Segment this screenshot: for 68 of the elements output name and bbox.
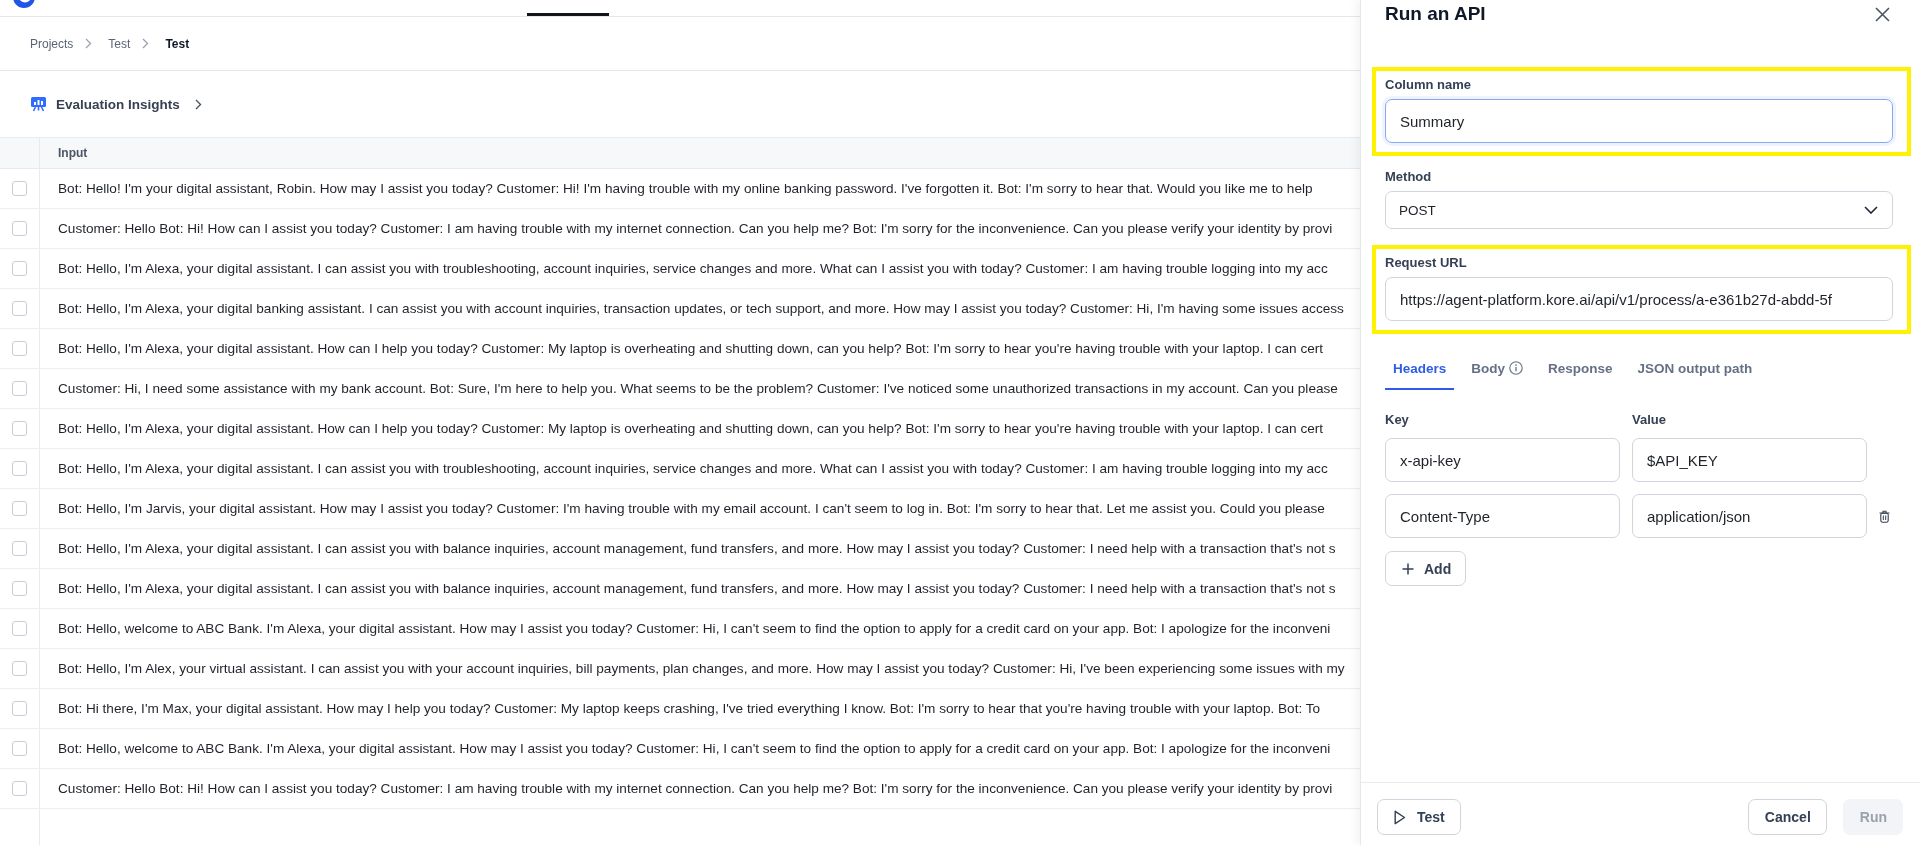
section-title: Evaluation Insights [56, 96, 180, 112]
value-field[interactable]: $API_KEY [1632, 438, 1867, 482]
field-label: Method [1385, 168, 1432, 186]
chart-board-icon [30, 96, 47, 112]
tab[interactable]: Body [1463, 348, 1532, 390]
row-checkbox[interactable] [12, 701, 27, 716]
key-field[interactable]: Content-Type [1385, 494, 1620, 538]
add-button[interactable]: Add [1385, 551, 1467, 586]
breadcrumb-link[interactable]: Projects [30, 36, 74, 51]
tab[interactable]: JSON output path [1629, 348, 1761, 390]
row-checkbox[interactable] [12, 781, 27, 796]
text-field[interactable]: https://agent-platform.kore.ai/api/v1/process/a-e361b27d-abdd-5f [1385, 277, 1893, 321]
row-checkbox[interactable] [12, 421, 27, 436]
table-cell: Customer: Hello Bot: Hi! How can I assist you today? Customer: I am having trouble with my internet connection. Can you help me? Bot: I'm sorry for the inconvenience. Can you please verify your identity by provi [58, 780, 1333, 797]
table-cell: Bot: Hi there, I'm Max, your digital assistant. How may I help you today? Customer: My laptop keeps crashing, I've tried everything I know. Bot: I'm sorry to hear that you're having trouble with your laptop. Bot: To [58, 700, 1321, 717]
row-checkbox[interactable] [12, 501, 27, 516]
row-checkbox[interactable] [12, 581, 27, 596]
trash-icon[interactable] [1879, 509, 1890, 523]
column-label: Value [1632, 411, 1666, 429]
table-cell: Bot: Hello, I'm Jarvis, your digital assistant. How may I assist you today? Customer: I'm having trouble with my email account. I can't seem to log in. Bot: I'm sorry to hear that. Let me assist you. Could you please [58, 500, 1325, 517]
select-field[interactable]: POST [1385, 191, 1893, 229]
row-checkbox[interactable] [12, 221, 27, 236]
row-checkbox[interactable] [12, 621, 27, 636]
panel-title: Run an API [1385, 3, 1486, 25]
table-cell: Customer: Hi, I need some assistance with my bank account. Bot: Sure, I'm here to help you. What seems to be the problem? Customer: I've noticed some unauthorized transactions in my account. Can you please [58, 380, 1338, 397]
value-field[interactable]: application/json [1632, 494, 1867, 538]
table-cell: Bot: Hello, I'm Alexa, your digital assistant. How can I help you today? Customer: My laptop is overheating and shutting down, can you help? Bot: I'm sorry to hear you're having trouble with your laptop. I can cert [58, 340, 1324, 357]
test-button[interactable]: Test [1377, 799, 1461, 835]
table-cell: Bot: Hello, I'm Alexa, your digital assistant. I can assist you with troubleshooting, account inquiries, service changes and more. What can I assist you with today? Customer: I am having trouble logging into my acc [58, 460, 1328, 477]
row-checkbox[interactable] [12, 381, 27, 396]
text-field[interactable]: Summary [1385, 99, 1893, 143]
tab[interactable]: Headers [1385, 348, 1455, 390]
table-cell: Bot: Hello! I'm your digital assistant, Robin. How may I assist you today? Customer: Hi! I'm having trouble with my online banking password. I've forgotten it. Bot: I'm sorry to hear that. Would you like me to help [58, 180, 1313, 197]
row-checkbox[interactable] [12, 461, 27, 476]
row-checkbox[interactable] [12, 741, 27, 756]
chevron-right-icon [142, 38, 150, 49]
logo-icon[interactable] [12, 0, 36, 9]
table-cell: Bot: Hello, I'm Alexa, your digital assistant. I can assist you with balance inquiries, account management, fund transfers, and more. How may I assist you today? Customer: I need help with a transaction that's not s [58, 580, 1336, 597]
breadcrumb-link[interactable]: Test [165, 36, 190, 51]
close-icon[interactable] [1875, 6, 1890, 22]
table-cell: Bot: Hello, I'm Alexa, your digital banking assistant. I can assist you with account inquiries, transaction updates, or tech support, and more. How may I assist you today? Customer: Hi, I'm having some issues access [58, 300, 1344, 317]
field-label: Request URL [1385, 254, 1467, 272]
play-icon [1394, 809, 1406, 825]
table-cell: Bot: Hello, I'm Alexa, your digital assistant. How can I help you today? Customer: My laptop is overheating and shutting down, can you help? Bot: I'm sorry to hear you're having trouble with your laptop. I can cert [58, 420, 1324, 437]
row-checkbox[interactable] [12, 301, 27, 316]
table-cell: Bot: Hello, I'm Alexa, your digital assistant. I can assist you with troubleshooting, account inquiries, service changes and more. What can I assist you with today? Customer: I am having trouble logging into my acc [58, 260, 1328, 277]
chevron-right-icon[interactable] [194, 98, 202, 110]
table-cell: Bot: Hello, welcome to ABC Bank. I'm Alexa, your digital assistant. How may I assist you today? Customer: Hi, I can't seem to find the option to apply for a credit card on your app. Bot: I apologize for the inconveni [58, 740, 1331, 757]
row-checkbox[interactable] [12, 541, 27, 556]
column-label: Key [1385, 411, 1409, 429]
chevron-right-icon [85, 38, 93, 49]
active-tab-indicator[interactable] [527, 13, 609, 16]
table-cell: Bot: Hello, welcome to ABC Bank. I'm Alexa, your digital assistant. How may I assist you today? Customer: Hi, I can't seem to find the option to apply for a credit card on your app. Bot: I apologize for the inconveni [58, 620, 1331, 637]
row-checkbox[interactable] [12, 661, 27, 676]
table-cell: Bot: Hello, I'm Alexa, your digital assistant. I can assist you with balance inquiries, account management, fund transfers, and more. How may I assist you today? Customer: I need help with a transaction that's not s [58, 540, 1336, 557]
key-field[interactable]: x-api-key [1385, 438, 1620, 482]
plus-icon [1402, 562, 1414, 575]
row-checkbox[interactable] [12, 181, 27, 196]
breadcrumb-link[interactable]: Test [108, 36, 131, 51]
chevron-down-icon [1864, 206, 1878, 214]
tab[interactable]: Response [1540, 348, 1621, 390]
table-cell: Customer: Hello Bot: Hi! How can I assist you today? Customer: I am having trouble with my internet connection. Can you help me? Bot: I'm sorry for the inconvenience. Can you please verify your identity by provi [58, 220, 1333, 237]
field-label: Column name [1385, 76, 1471, 94]
column-header: Input [58, 146, 88, 160]
cancel-button[interactable]: Cancel [1747, 799, 1827, 835]
table-cell: Bot: Hello, I'm Alex, your virtual assistant. I can assist you with your account inquiries, bill payments, plan changes, and more. How may I assist you today? Customer: Hi, I've been experiencing some issues with my [58, 660, 1345, 677]
row-checkbox[interactable] [12, 261, 27, 276]
row-checkbox[interactable] [12, 341, 27, 356]
